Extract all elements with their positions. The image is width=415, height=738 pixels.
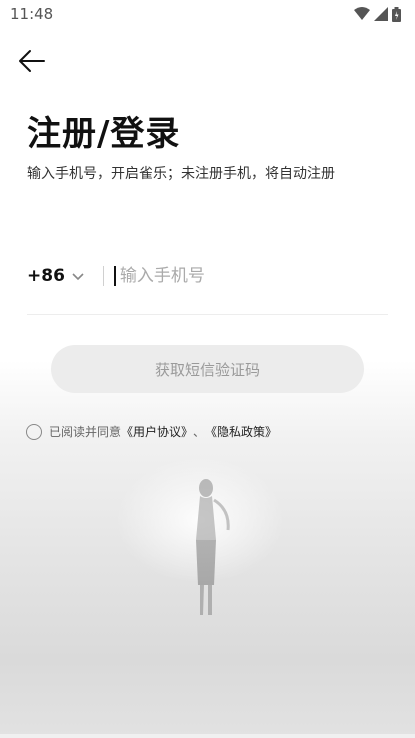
status-time: 11:48: [10, 5, 54, 23]
agreement-row: 已阅读并同意 《用户协议》 、 《隐私政策》: [26, 423, 277, 440]
phone-number-input[interactable]: [113, 266, 360, 286]
status-bar: 11:48: [0, 0, 415, 28]
back-button[interactable]: [16, 46, 48, 76]
country-code-selector[interactable]: +86: [27, 266, 85, 286]
status-icons: [354, 6, 401, 22]
page-subtitle: 输入手机号，开启雀乐；未注册手机，将自动注册: [27, 166, 335, 182]
cell-signal-icon: [374, 7, 388, 21]
page-title: 注册/登录: [27, 114, 181, 154]
input-separator: [102, 266, 104, 286]
agreement-checkbox[interactable]: [26, 423, 42, 440]
input-underline: [27, 314, 388, 315]
phone-input-row: +86: [27, 256, 388, 296]
battery-icon: [392, 6, 401, 22]
agreement-prefix: 已阅读并同意: [49, 425, 122, 439]
get-sms-code-button[interactable]: 获取短信验证码: [51, 345, 364, 393]
background-figure-image: [196, 479, 230, 615]
chevron-down-icon: [72, 273, 84, 281]
wifi-icon: [354, 7, 370, 20]
user-agreement-link[interactable]: 《用户协议》: [121, 423, 193, 440]
agreement-separator: 、: [193, 425, 206, 439]
country-code: +86: [27, 266, 65, 286]
privacy-policy-link[interactable]: 《隐私政策》: [205, 423, 277, 440]
arrow-left-icon: [19, 50, 45, 72]
bottom-bar: [0, 734, 415, 738]
